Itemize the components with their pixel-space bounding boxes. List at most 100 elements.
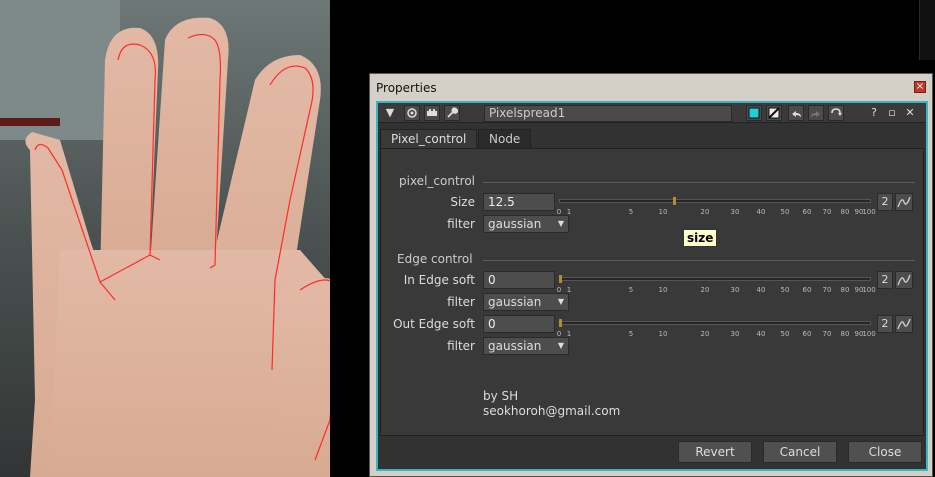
slider-tick-label: 30 [730, 330, 740, 338]
slider-tick-label: 80 [840, 330, 850, 338]
undo-icon[interactable] [788, 105, 804, 121]
tab-node[interactable]: Node [478, 129, 532, 149]
properties-window: Properties × ▼ Pixelspread1 ? ▫ ✕ Pixel_… [369, 73, 933, 477]
close-panel-icon[interactable]: ✕ [902, 105, 918, 121]
slider-tick-label: 60 [802, 208, 812, 216]
curve-editor-button[interactable] [895, 193, 913, 211]
in-edge-soft-slider[interactable]: 0 1 5 10 20 30 40 50 60 70 80 90 100 [557, 271, 876, 294]
section-divider [483, 260, 915, 261]
out-edge-soft-input[interactable]: 0 [483, 315, 555, 333]
slider-ticks: 0 1 5 10 20 30 40 50 60 70 80 90 100 [557, 205, 876, 216]
out-edge-soft-slider[interactable]: 0 1 5 10 20 30 40 50 60 70 80 90 100 [557, 315, 876, 338]
slider-tick-label: 70 [822, 208, 832, 216]
slider-ticks: 0 1 5 10 20 30 40 50 60 70 80 90 100 [557, 283, 876, 294]
node-name-field[interactable]: Pixelspread1 [484, 105, 732, 122]
chevron-down-icon: ▼ [557, 341, 564, 350]
slider-tick-label: 20 [700, 286, 710, 294]
slider-tick-label: 80 [840, 208, 850, 216]
slider-ticks: 0 1 5 10 20 30 40 50 60 70 80 90 100 [557, 327, 876, 338]
slider-tick-label: 100 [862, 330, 876, 338]
animation-menu-button[interactable]: 2 [877, 193, 893, 211]
in-edge-soft-input[interactable]: 0 [483, 271, 555, 289]
slider-tick-label: 20 [700, 208, 710, 216]
slider-thumb[interactable] [559, 275, 562, 283]
slider-tick-label: 60 [802, 286, 812, 294]
size-label: Size [450, 195, 475, 209]
slider-tick-label: 60 [802, 330, 812, 338]
gl-color-icon[interactable] [766, 105, 782, 121]
curve-icon [897, 318, 911, 330]
slider-tick-label: 80 [840, 286, 850, 294]
slider-tick-label: 40 [756, 330, 766, 338]
section-divider [483, 182, 915, 183]
slider-thumb[interactable] [559, 319, 562, 327]
node-color-icon[interactable] [424, 105, 440, 121]
revert-button[interactable]: Revert [678, 441, 752, 463]
slider-tick-label: 50 [780, 286, 790, 294]
collapse-icon[interactable]: ▼ [382, 105, 398, 121]
section-pixel-control-label: pixel_control [399, 174, 475, 188]
slider-tick-label: 20 [700, 330, 710, 338]
node-panel: ▼ Pixelspread1 ? ▫ ✕ Pixel_control Node … [376, 101, 928, 471]
slider-track [559, 277, 871, 281]
float-panel-icon[interactable]: ▫ [884, 105, 900, 121]
tab-content: pixel_control Size 12.5 0 1 5 10 20 30 40 50 60 7… [380, 148, 924, 436]
center-node-icon[interactable] [404, 105, 420, 121]
color-swatch-icon[interactable] [746, 105, 762, 121]
section-edge-control-label: Edge control [397, 252, 473, 266]
curve-icon [897, 196, 911, 208]
tab-pixel-control[interactable]: Pixel_control [380, 129, 478, 149]
in-filter-label: filter [447, 295, 475, 309]
size-slider[interactable]: 0 1 5 10 20 30 40 50 60 70 80 90 100 [557, 193, 876, 216]
close-button[interactable]: Close [848, 441, 922, 463]
size-tooltip: size [683, 229, 718, 247]
node-toolbar: ▼ Pixelspread1 ? ▫ ✕ [378, 103, 926, 123]
slider-tick-label: 10 [658, 286, 668, 294]
viewer-scroll-strip [919, 0, 935, 60]
slider-tick-label: 50 [780, 330, 790, 338]
slider-tick-label: 40 [756, 208, 766, 216]
filter-label: filter [447, 217, 475, 231]
animation-menu-button[interactable]: 2 [877, 315, 893, 333]
wrench-icon[interactable] [444, 105, 460, 121]
out-filter-label: filter [447, 339, 475, 353]
slider-tick-label: 5 [628, 330, 634, 338]
slider-tick-label: 5 [628, 208, 634, 216]
out-edge-soft-label: Out Edge soft [393, 317, 475, 331]
size-input[interactable]: 12.5 [483, 193, 555, 211]
in-filter-dropdown[interactable]: gaussian ▼ [483, 293, 569, 311]
slider-thumb[interactable] [672, 197, 676, 205]
in-filter-value: gaussian [488, 295, 542, 309]
cancel-button[interactable]: Cancel [763, 441, 837, 463]
curve-editor-button[interactable] [895, 271, 913, 289]
curve-editor-button[interactable] [895, 315, 913, 333]
out-filter-value: gaussian [488, 339, 542, 353]
animation-menu-button[interactable]: 2 [877, 271, 893, 289]
slider-tick-label: 5 [628, 286, 634, 294]
properties-close-button[interactable]: × [914, 81, 926, 93]
slider-track [559, 321, 871, 325]
help-icon[interactable]: ? [866, 105, 882, 121]
revert-knobs-icon[interactable] [828, 105, 844, 121]
redo-icon[interactable] [808, 105, 824, 121]
properties-title: Properties [376, 81, 437, 95]
slider-track [559, 199, 871, 203]
chevron-down-icon: ▼ [557, 297, 564, 306]
slider-tick-label: 10 [658, 330, 668, 338]
slider-tick-label: 30 [730, 286, 740, 294]
slider-tick-label: 70 [822, 330, 832, 338]
out-filter-dropdown[interactable]: gaussian ▼ [483, 337, 569, 355]
chevron-down-icon: ▼ [557, 219, 564, 228]
slider-tick-label: 50 [780, 208, 790, 216]
slider-tick-label: 70 [822, 286, 832, 294]
filter-value: gaussian [488, 217, 542, 231]
filter-dropdown[interactable]: gaussian ▼ [483, 215, 569, 233]
slider-tick-label: 100 [862, 208, 876, 216]
curve-icon [897, 274, 911, 286]
credit-email: seokhoroh@gmail.com [483, 404, 621, 418]
viewer-image [0, 0, 330, 477]
slider-tick-label: 30 [730, 208, 740, 216]
in-edge-soft-label: In Edge soft [403, 273, 475, 287]
slider-tick-label: 10 [658, 208, 668, 216]
panel-footer: Revert Cancel Close [378, 437, 926, 469]
